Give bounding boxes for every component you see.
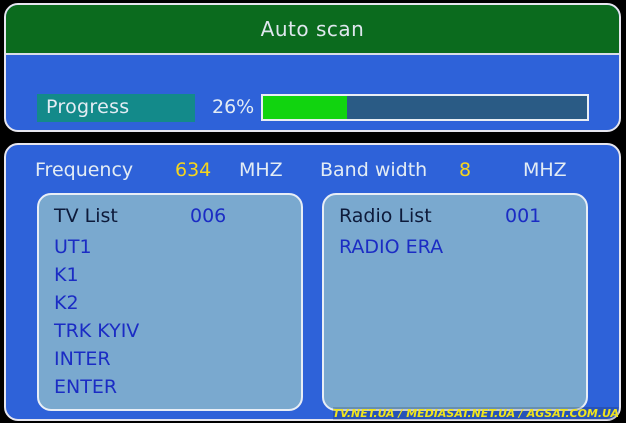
tv-channel-list: UT1 K1 K2 TRK KYIV INTER ENTER bbox=[54, 233, 139, 401]
frequency-unit: MHZ bbox=[239, 159, 283, 181]
radio-channel-item: RADIO ERA bbox=[339, 236, 444, 258]
frequency-value: 634 bbox=[175, 159, 212, 181]
page-title: Auto scan bbox=[260, 17, 365, 41]
frequency-label: Frequency bbox=[35, 159, 134, 181]
radio-list-box: Radio List 001 RADIO ERA bbox=[322, 193, 588, 411]
tv-channel-item: ENTER bbox=[54, 376, 118, 398]
progress-label-box: Progress bbox=[37, 94, 195, 122]
progress-percent: 26% bbox=[212, 96, 255, 118]
tv-list-label: TV List bbox=[54, 205, 118, 227]
scan-results-panel: Frequency 634 MHZ Band width 8 MHZ TV Li… bbox=[4, 143, 621, 421]
bandwidth-value: 8 bbox=[459, 159, 472, 181]
radio-list-count: 001 bbox=[505, 205, 542, 227]
tv-channel-item: TRK KYIV bbox=[54, 320, 140, 342]
progress-label: Progress bbox=[46, 96, 130, 118]
bandwidth-unit: MHZ bbox=[523, 159, 567, 181]
progress-bar-fill bbox=[263, 96, 348, 119]
tv-channel-item: K2 bbox=[54, 292, 79, 314]
tv-channel-item: UT1 bbox=[54, 236, 92, 258]
progress-bar bbox=[261, 94, 589, 121]
radio-channel-list: RADIO ERA bbox=[339, 233, 443, 261]
scan-status-panel: Auto scan Progress 26% bbox=[4, 3, 621, 132]
tv-list-count: 006 bbox=[190, 205, 227, 227]
watermark: TV.NET.UA / MEDIASAT.NET.UA / AGSAT.COM.… bbox=[332, 407, 619, 420]
tv-channel-item: K1 bbox=[54, 264, 79, 286]
title-bar: Auto scan bbox=[6, 5, 619, 55]
bandwidth-label: Band width bbox=[320, 159, 428, 181]
tv-channel-item: INTER bbox=[54, 348, 111, 370]
tv-list-box: TV List 006 UT1 K1 K2 TRK KYIV INTER ENT… bbox=[37, 193, 303, 411]
radio-list-label: Radio List bbox=[339, 205, 432, 227]
auto-scan-screen: Auto scan Progress 26% Frequency 634 MHZ… bbox=[0, 0, 626, 423]
